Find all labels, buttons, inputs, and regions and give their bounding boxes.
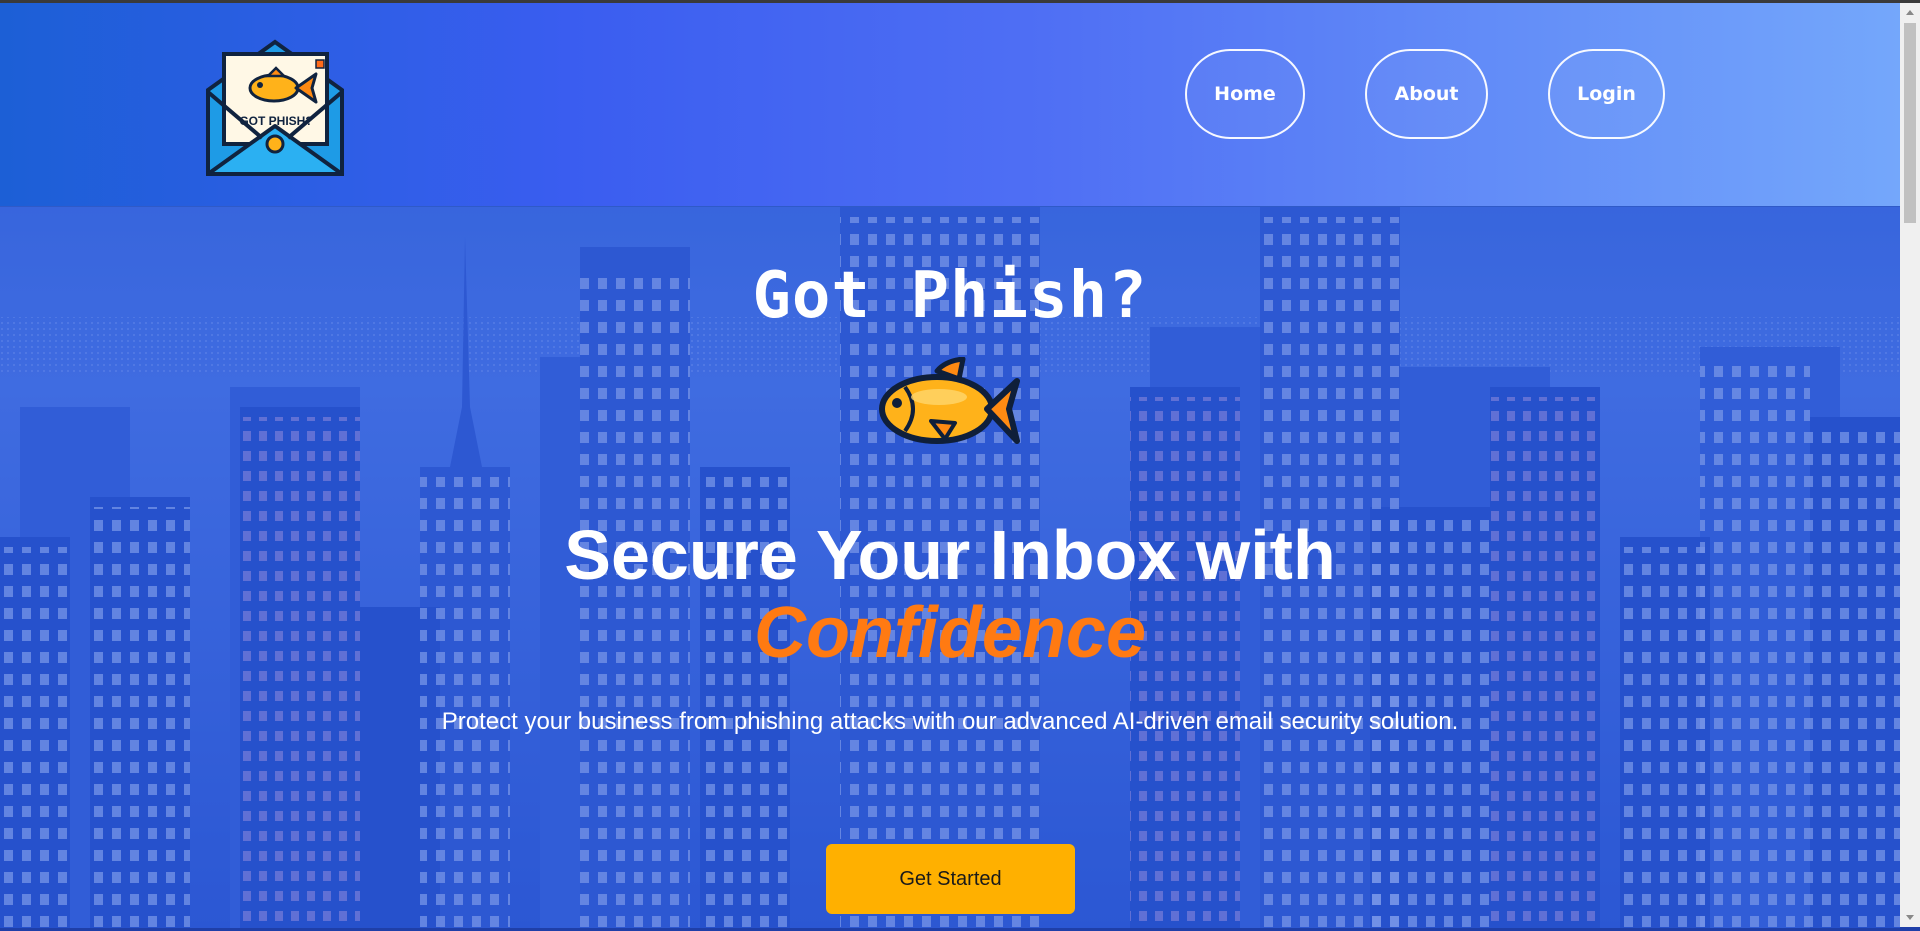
nav-about-button[interactable]: About: [1365, 49, 1488, 139]
scroll-up-arrow-icon[interactable]: [1900, 3, 1920, 21]
got-phish-logo[interactable]: GOT PHISH?: [204, 34, 347, 179]
vertical-scrollbar[interactable]: [1900, 3, 1920, 927]
nav-home-button[interactable]: Home: [1185, 49, 1305, 139]
hero-title: Got Phish?: [752, 259, 1148, 333]
goldfish-icon: [875, 356, 1020, 457]
hero-section: Got Phish? Secure Your Inbox with Confid…: [0, 206, 1900, 928]
get-started-label: Get Started: [899, 867, 1002, 890]
envelope-fish-logo-icon: [206, 39, 344, 176]
hero-headline-accent: Confidence: [753, 593, 1147, 673]
logo-text: GOT PHISH?: [239, 114, 313, 128]
scrollbar-thumb[interactable]: [1904, 23, 1916, 223]
nav-login-label: Login: [1577, 83, 1636, 105]
nav-login-button[interactable]: Login: [1548, 49, 1665, 139]
get-started-button[interactable]: Get Started: [826, 844, 1075, 914]
nav-about-label: About: [1394, 83, 1459, 105]
hero-subtext: Protect your business from phishing atta…: [441, 708, 1459, 735]
hero-headline: Secure Your Inbox with: [564, 516, 1336, 594]
site-header: GOT PHISH? Home About Login: [0, 3, 1900, 206]
nav-home-label: Home: [1214, 83, 1276, 105]
scroll-down-arrow-icon[interactable]: [1900, 909, 1920, 927]
